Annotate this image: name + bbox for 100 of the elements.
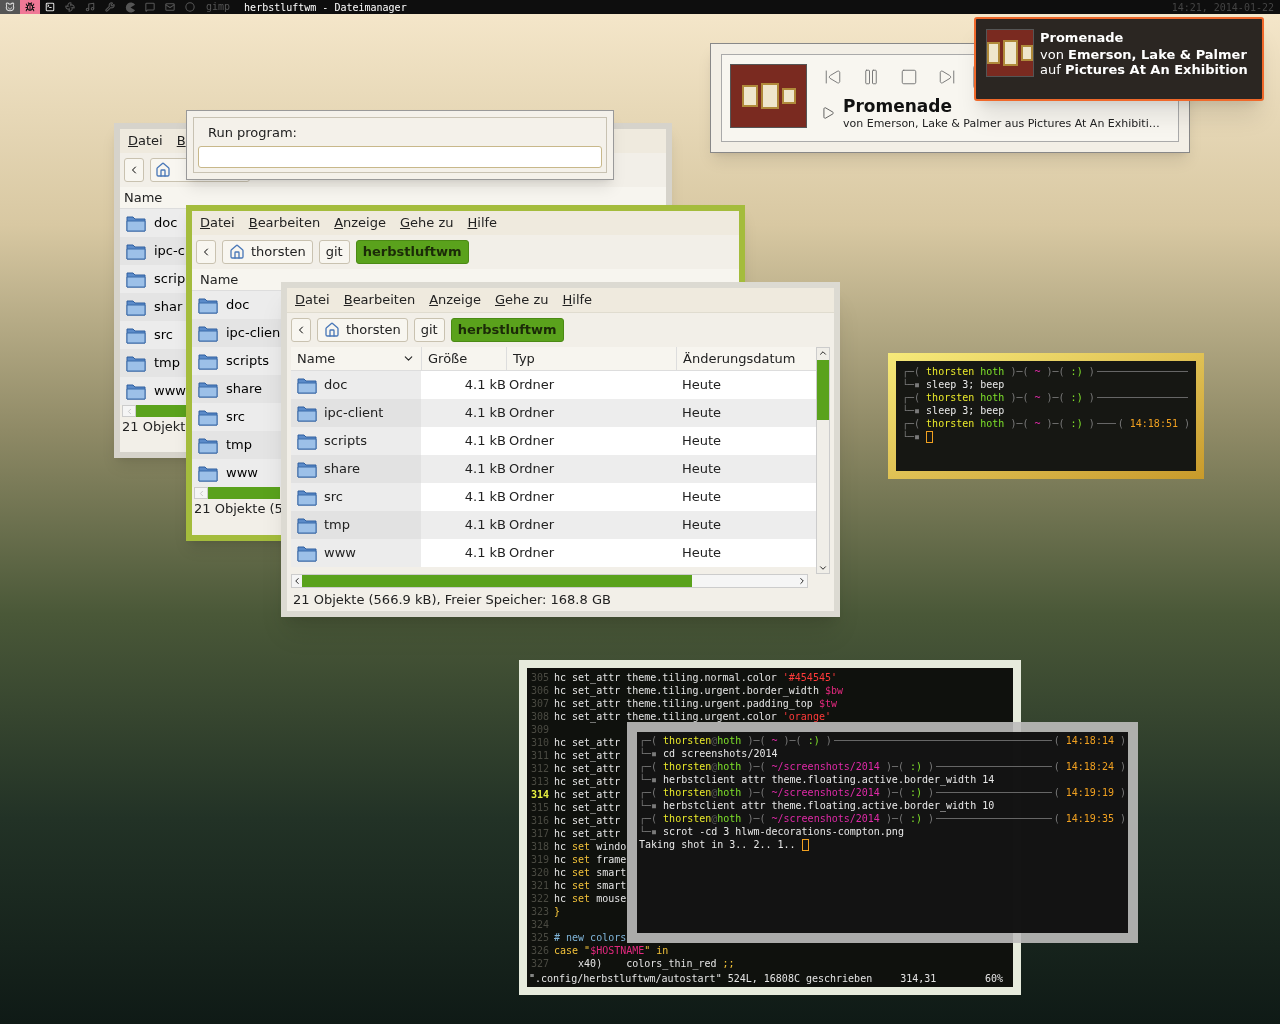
line-number: 324 [529,918,550,931]
type-cell-text: Ordner [508,544,556,563]
column-header[interactable]: Typ [506,346,676,371]
folder-icon [297,376,317,394]
terminal-text: └─▪ [902,378,922,391]
menu-item[interactable]: Anzeige [429,290,481,310]
line-number: 326 [529,944,550,957]
file-name[interactable]: src [324,487,343,507]
line-number: 308 [529,710,550,723]
tag-button[interactable] [0,0,20,14]
file-name[interactable]: www [226,463,258,483]
folder-icon [126,298,146,316]
size-cell-text: 4.1 kB [463,460,506,479]
menu-item[interactable]: Gehe zu [400,213,454,233]
column-header[interactable]: Name [200,269,239,290]
scrollbar-thumb[interactable] [817,360,829,420]
back-button[interactable] [124,158,144,182]
terminal-text: 14:18:51 [1129,417,1178,430]
status-message: ".config/herbstluftwm/autostart" 524L, 16808C geschrieben [529,971,873,985]
track-title: Promenade [843,95,954,116]
folder-icon [126,242,146,260]
command-field[interactable] [198,145,602,168]
file-name[interactable]: src [154,325,173,345]
path-button[interactable]: git [318,240,350,264]
file-name[interactable]: scrip [154,269,186,289]
terminal-text: )─( [782,734,803,747]
file-name[interactable]: www [154,381,186,401]
vertical-scrollbar[interactable] [816,347,830,574]
column-header[interactable]: Größe [421,346,506,371]
terminal-text: hc set_attr [554,749,621,762]
horizontal-scrollbar[interactable] [194,487,280,499]
terminal-text: ┌─( [639,734,659,747]
terminal-text: )─( [746,760,767,773]
menu-item[interactable]: Anzeige [334,213,386,233]
path-button[interactable]: thorsten [317,318,408,342]
menu-item[interactable]: Hilfe [467,213,498,233]
folder-icon [297,516,317,534]
chevron-right-icon [797,575,807,586]
date-cell-text: Heute [681,404,723,423]
file-name[interactable]: doc [154,213,178,233]
tag-button[interactable] [20,0,40,14]
column-header[interactable]: Änderungsdatum [676,346,814,371]
file-name[interactable]: tmp [324,515,350,535]
line-number: 317 [529,827,550,840]
file-name[interactable]: tmp [154,353,180,373]
file-name[interactable]: ipc-clien [226,323,281,343]
file-name[interactable]: www [324,543,356,563]
terminal-text: :) [910,786,923,799]
terminal-text: 14:18:24 [1065,760,1114,773]
column-header[interactable]: Name [291,346,421,371]
terminal-text: herbstclient attr theme.floating.active.border_width 10 [663,799,995,812]
text-cursor [801,838,809,851]
file-name[interactable]: doc [324,375,348,395]
window-title: herbstluftwm - Dateimanager [244,0,407,15]
back-button[interactable] [291,318,311,342]
terminal-text: ┌─( [639,812,659,825]
path-button[interactable]: herbstluftwm [450,318,564,342]
terminal-text: :) [1070,391,1083,404]
file-name[interactable]: tmp [226,435,252,455]
line-number: 327 [529,957,550,970]
terminal-text: └─▪ [902,430,922,443]
size-cell-text: 4.1 kB [463,544,506,563]
notification-title: Promenade [1040,29,1125,47]
terminal-text: ) [1087,417,1095,430]
file-name[interactable]: ipc-c [154,241,185,261]
menu-item[interactable]: Datei [295,290,330,310]
menu-item[interactable]: B [176,131,186,151]
terminal-text: ~ [1034,417,1041,430]
horizontal-scrollbar[interactable] [122,405,186,417]
menu-item[interactable]: Datei [200,213,235,233]
terminal-text: hc set_attr theme.tiling.urgent.color [554,710,778,723]
menu-item[interactable]: Bearbeiten [248,213,321,233]
file-name[interactable]: scripts [226,351,269,371]
file-name[interactable]: shar [154,297,183,317]
path-button[interactable]: herbstluftwm [355,240,469,264]
menu-item[interactable]: Bearbeiten [343,290,416,310]
terminal-text: hoth [980,365,1005,378]
folder-icon [198,324,218,342]
path-button[interactable]: thorsten [222,240,313,264]
file-name[interactable]: doc [226,295,250,315]
horizontal-scrollbar[interactable] [291,573,808,588]
back-button[interactable] [196,240,216,264]
terminal-text: hc [554,866,568,879]
menu-item[interactable]: Hilfe [562,290,593,310]
home-folder-icon [229,244,245,260]
speech-bubble-icon [145,2,155,12]
line-number: 315 [529,801,550,814]
path-button[interactable]: git [413,318,445,342]
mail-icon [165,2,175,12]
menu-item[interactable]: Datei [128,131,163,151]
terminal-text: )─( [1009,391,1030,404]
file-name[interactable]: share [226,379,263,399]
terminal-text: smart [595,866,627,879]
menu-item[interactable]: Gehe zu [495,290,549,310]
folder-icon [198,464,218,482]
column-header[interactable]: Name [124,187,163,208]
terminal-text: :) [1070,365,1083,378]
terminal-text: hc [554,840,568,853]
file-name[interactable]: src [226,407,245,427]
type-cell-text: Ordner [508,460,556,479]
